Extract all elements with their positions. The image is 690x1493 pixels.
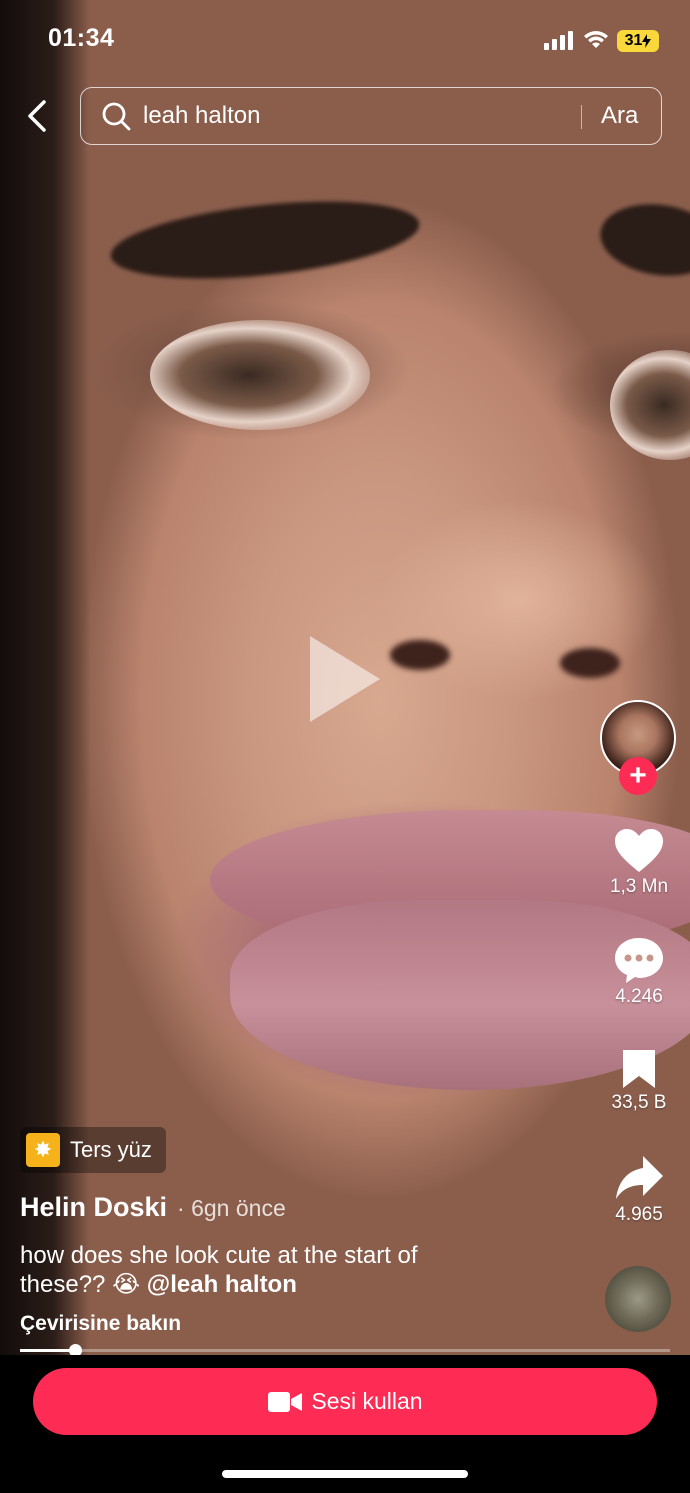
chevron-left-icon[interactable] bbox=[18, 96, 58, 136]
effect-sparkle-icon: ✸ bbox=[26, 1133, 60, 1167]
mention-link[interactable]: @leah halton bbox=[147, 1271, 297, 1298]
author-name[interactable]: Helin Doski bbox=[20, 1192, 167, 1223]
save-count: 33,5 B bbox=[611, 1092, 667, 1113]
wifi-icon bbox=[584, 31, 608, 48]
save-button[interactable]: 33,5 B bbox=[600, 1048, 678, 1114]
video-camera-icon bbox=[268, 1391, 303, 1412]
follow-button[interactable]: + bbox=[619, 757, 657, 795]
video-progress-bar[interactable] bbox=[20, 1344, 670, 1357]
effect-tag[interactable]: ✸ Ters yüz bbox=[20, 1127, 166, 1173]
use-sound-button[interactable]: Sesi kullan bbox=[33, 1368, 657, 1435]
video-eye bbox=[150, 320, 370, 430]
heart-icon bbox=[615, 829, 663, 872]
progress-fill bbox=[20, 1349, 75, 1352]
play-icon[interactable] bbox=[310, 636, 380, 722]
post-caption[interactable]: how does she look cute at the start of t… bbox=[20, 1241, 480, 1299]
home-indicator[interactable] bbox=[222, 1470, 468, 1478]
comment-bubble-icon bbox=[615, 938, 663, 983]
comment-count: 4.246 bbox=[615, 986, 663, 1007]
post-time: · 6gn önce bbox=[177, 1195, 286, 1221]
sound-disc[interactable] bbox=[605, 1266, 671, 1332]
comment-button[interactable]: 4.246 bbox=[600, 936, 678, 1008]
use-sound-label: Sesi kullan bbox=[311, 1388, 423, 1414]
effect-label: Ters yüz bbox=[70, 1137, 152, 1162]
status-time: 01:34 bbox=[48, 24, 115, 52]
share-count: 4.965 bbox=[615, 1204, 663, 1225]
charging-bolt-icon bbox=[642, 34, 652, 48]
video-eyebrow bbox=[595, 196, 690, 284]
like-count: 1,3 Mn bbox=[609, 876, 669, 897]
share-button[interactable]: 4.965 bbox=[600, 1154, 678, 1226]
video-eyebrow bbox=[107, 188, 423, 292]
share-arrow-icon bbox=[616, 1156, 663, 1199]
status-bar: 01:34 31 bbox=[0, 0, 690, 80]
author-row: Helin Doski · 6gn önce bbox=[20, 1192, 286, 1223]
battery-level: 31 bbox=[624, 32, 643, 49]
bottom-bar: Sesi kullan bbox=[0, 1355, 690, 1493]
bookmark-icon bbox=[623, 1050, 655, 1088]
search-bar[interactable]: leah halton Ara bbox=[80, 87, 662, 145]
search-input[interactable]: leah halton bbox=[143, 102, 260, 130]
video-eye bbox=[610, 350, 690, 460]
search-divider bbox=[581, 105, 582, 129]
search-icon bbox=[102, 102, 131, 131]
search-button[interactable]: Ara bbox=[601, 102, 638, 130]
translate-link[interactable]: Çevirisine bakın bbox=[20, 1312, 181, 1336]
video-nostril bbox=[390, 640, 450, 670]
crying-emoji: 😭 bbox=[112, 1271, 141, 1298]
battery-icon: 31 bbox=[617, 30, 659, 52]
like-button[interactable]: 1,3 Mn bbox=[600, 828, 678, 898]
cellular-signal-icon bbox=[544, 30, 573, 50]
video-nostril bbox=[560, 648, 620, 678]
